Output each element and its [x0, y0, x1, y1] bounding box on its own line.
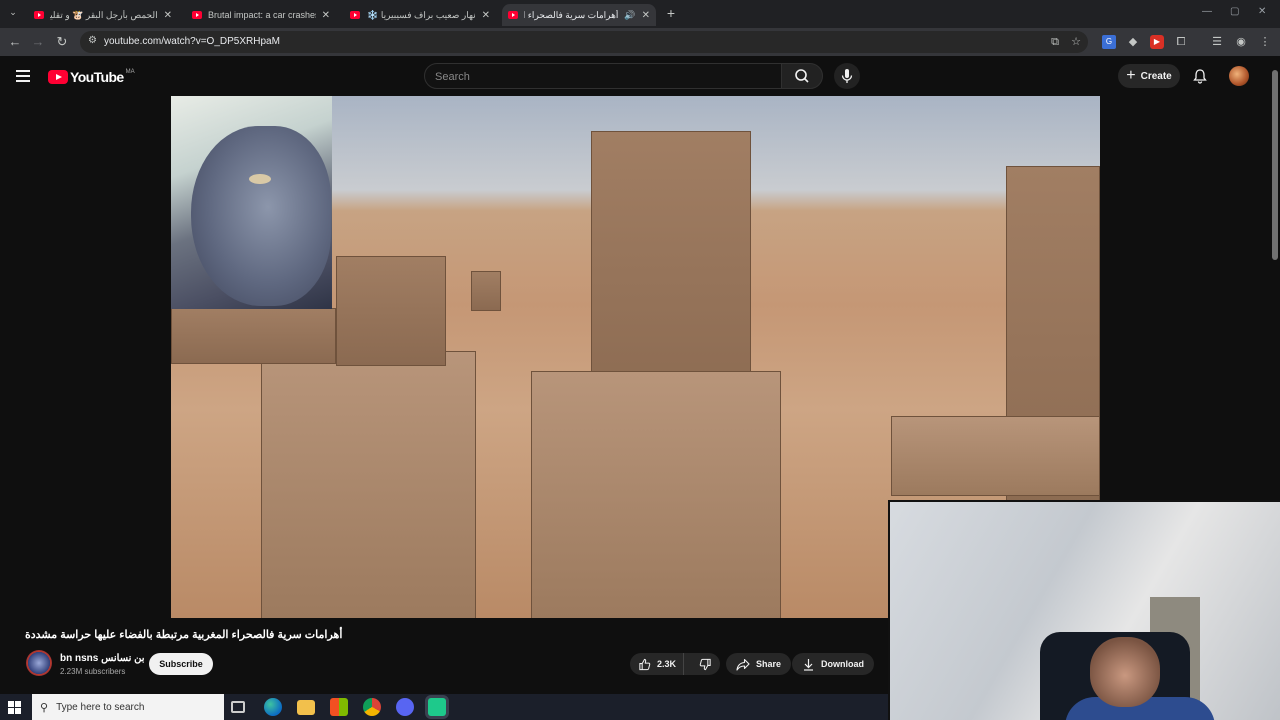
- youtube-favicon-icon: [34, 11, 44, 19]
- menu-icon[interactable]: [16, 70, 30, 82]
- tab-title: نهار صعيب براف فسيبيريا ❄️ جلـ: [366, 9, 476, 20]
- video-title: أهرامات سرية فالصحراء المغربية مرتبطة با…: [25, 629, 343, 641]
- app-green-icon[interactable]: [428, 698, 446, 716]
- channel-name[interactable]: bn nsns بن نسانس: [60, 653, 145, 664]
- extension-red-icon[interactable]: ▶: [1150, 35, 1164, 49]
- forward-icon[interactable]: →: [29, 33, 47, 51]
- translate-extension-icon[interactable]: G: [1102, 35, 1116, 49]
- windows-start-icon[interactable]: [8, 701, 21, 714]
- microsoft-store-icon[interactable]: [330, 698, 348, 716]
- tab-search-icon[interactable]: ⌄: [6, 7, 20, 21]
- youtube-favicon-icon: [192, 11, 202, 19]
- close-tab-icon[interactable]: ✕: [642, 10, 650, 21]
- tab-title: أهرامات سرية فالصحراء المغ: [524, 9, 619, 20]
- address-bar[interactable]: ⚙ youtube.com/watch?v=O_DP5XRHpaM: [80, 31, 1088, 53]
- reading-list-icon[interactable]: ☰: [1210, 35, 1224, 49]
- browser-tab-1[interactable]: الحمص بأرجل البقر 🐮 و تقليم أ... ✕: [28, 4, 178, 26]
- like-dislike-group: 2.3K: [630, 653, 720, 675]
- scrollbar-thumb[interactable]: [1272, 70, 1278, 260]
- notifications-bell-icon[interactable]: [1192, 68, 1208, 84]
- windows-taskbar: ⚲ Type here to search: [0, 694, 888, 720]
- scene-wall: [261, 351, 476, 618]
- microphone-icon: [841, 69, 853, 83]
- youtube-header: YouTube MA + Create: [0, 56, 1280, 96]
- tab-title: Brutal impact: a car crashes: [208, 10, 316, 20]
- browser-tab-strip: ⌄ الحمص بأرجل البقر 🐮 و تقليم أ... ✕ Bru…: [0, 0, 1280, 28]
- file-explorer-icon[interactable]: [297, 700, 315, 715]
- like-button[interactable]: 2.3K: [630, 653, 685, 675]
- taskbar-search-placeholder: Type here to search: [56, 701, 145, 713]
- thumbs-up-icon: [639, 658, 651, 670]
- close-tab-icon[interactable]: ✕: [322, 10, 330, 21]
- search-box: [424, 63, 782, 89]
- search-button[interactable]: [781, 63, 823, 89]
- browser-tab-2[interactable]: Brutal impact: a car crashes ✕: [186, 4, 336, 26]
- chrome-icon[interactable]: [363, 698, 381, 716]
- share-arrow-icon: [736, 658, 750, 671]
- plus-icon: +: [1126, 67, 1136, 84]
- share-label: Share: [756, 659, 782, 669]
- webcam-overlay: [888, 500, 1280, 720]
- face-head: [191, 126, 331, 306]
- country-code: MA: [125, 69, 135, 75]
- maximize-icon[interactable]: ▢: [1230, 6, 1239, 17]
- close-tab-icon[interactable]: ✕: [482, 10, 490, 21]
- download-icon: [804, 658, 813, 671]
- face-eye: [249, 174, 271, 184]
- discord-icon[interactable]: [396, 698, 414, 716]
- channel-avatar[interactable]: [26, 650, 52, 676]
- profile-icon[interactable]: ◉: [1234, 35, 1248, 49]
- webcam-person-face: [1090, 637, 1160, 707]
- scene-wall: [171, 308, 336, 364]
- logo-text: YouTube: [70, 69, 124, 85]
- new-tab-button[interactable]: +: [664, 5, 678, 21]
- url-text: youtube.com/watch?v=O_DP5XRHpaM: [104, 36, 280, 47]
- audio-playing-icon[interactable]: 🔊: [624, 10, 635, 21]
- browser-tab-3[interactable]: نهار صعيب براف فسيبيريا ❄️ جلـ ✕: [344, 4, 496, 26]
- create-button[interactable]: + Create: [1118, 64, 1180, 88]
- extension-diamond-icon[interactable]: ◆: [1126, 35, 1140, 49]
- dislike-button[interactable]: [690, 653, 720, 675]
- search-input[interactable]: [435, 69, 765, 85]
- download-button[interactable]: Download: [792, 653, 874, 675]
- search-icon: [795, 69, 809, 83]
- minimize-icon[interactable]: —: [1202, 6, 1212, 17]
- voice-search-button[interactable]: [834, 63, 860, 89]
- task-view-icon[interactable]: [231, 701, 245, 713]
- page-scrollbar[interactable]: [1270, 56, 1280, 500]
- youtube-play-icon: [48, 70, 68, 84]
- subscribe-button[interactable]: Subscribe: [149, 653, 213, 675]
- overlay-face-image: [171, 96, 332, 309]
- install-app-icon[interactable]: ⧉: [1048, 35, 1062, 49]
- like-count: 2.3K: [657, 659, 677, 669]
- subscriber-count: 2.23M subscribers: [60, 667, 126, 676]
- download-label: Download: [821, 659, 864, 669]
- scene-wall: [891, 416, 1100, 496]
- search-icon: ⚲: [40, 701, 49, 714]
- scene-wall: [336, 256, 446, 366]
- share-button[interactable]: Share: [726, 653, 792, 675]
- reload-icon[interactable]: ↻: [53, 33, 71, 51]
- chrome-menu-icon[interactable]: ⋮: [1258, 35, 1272, 49]
- user-avatar[interactable]: [1229, 66, 1249, 86]
- scene-wall: [531, 371, 781, 618]
- browser-tab-active[interactable]: أهرامات سرية فالصحراء المغ 🔊 ✕: [502, 4, 656, 26]
- tab-title: الحمص بأرجل البقر 🐮 و تقليم أ...: [50, 9, 158, 20]
- site-info-icon[interactable]: ⚙: [88, 35, 97, 46]
- scene-wall: [471, 271, 501, 311]
- thumbs-down-icon: [699, 658, 711, 670]
- close-window-icon[interactable]: ✕: [1258, 6, 1266, 17]
- youtube-favicon-icon: [350, 11, 360, 19]
- back-icon[interactable]: ←: [6, 33, 24, 51]
- extensions-puzzle-icon[interactable]: ⧠: [1174, 35, 1188, 49]
- create-label: Create: [1140, 70, 1172, 82]
- edge-browser-icon[interactable]: [264, 698, 282, 716]
- browser-toolbar: ← → ↻ ⚙ youtube.com/watch?v=O_DP5XRHpaM …: [0, 28, 1280, 56]
- bookmark-star-icon[interactable]: ☆: [1069, 35, 1083, 49]
- taskbar-search-box[interactable]: ⚲ Type here to search: [32, 694, 224, 720]
- youtube-favicon-icon: [508, 11, 518, 19]
- youtube-logo[interactable]: YouTube MA: [48, 69, 135, 85]
- close-tab-icon[interactable]: ✕: [164, 10, 172, 21]
